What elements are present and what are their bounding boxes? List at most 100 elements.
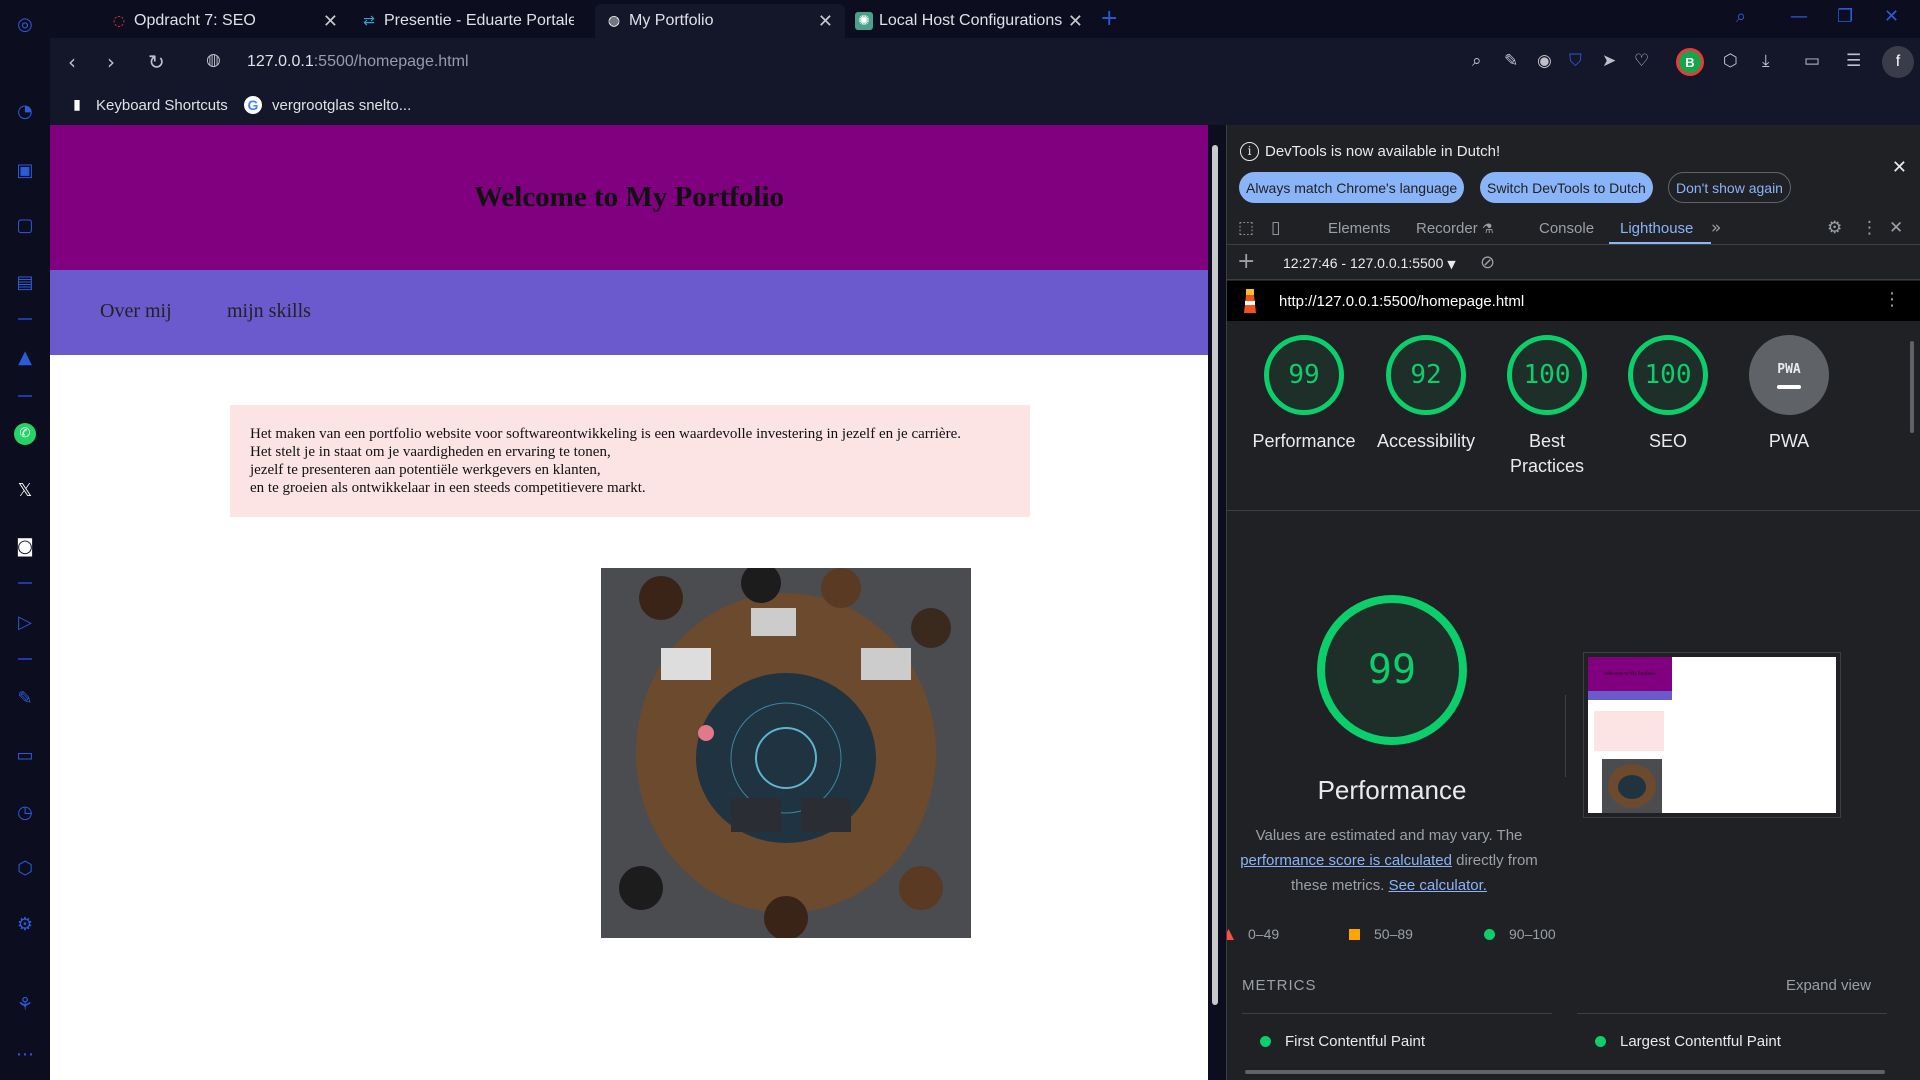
legend-poor: 0–49 — [1227, 926, 1279, 942]
tab-islands-icon[interactable]: ▭ — [13, 743, 37, 767]
tab-console[interactable]: Console — [1539, 220, 1594, 237]
search-icon[interactable]: ⌕ — [1472, 51, 1482, 71]
gauge-best-practices[interactable]: 100 Best Practices — [1487, 335, 1607, 479]
clear-reports-icon[interactable]: ⊘ — [1480, 252, 1495, 273]
heart-icon[interactable]: ♡ — [1634, 51, 1649, 71]
tab-recorder[interactable]: Recorder ⚗ — [1416, 220, 1494, 237]
audited-url-bar: http://127.0.0.1:5500/homepage.html ⋮ — [1227, 281, 1920, 321]
tab-my-portfolio[interactable]: ◍ My Portfolio ✕ — [595, 4, 845, 38]
close-tab-icon[interactable]: ✕ — [1068, 11, 1083, 32]
active-tab-indicator — [1609, 242, 1711, 244]
whatsapp-icon[interactable]: ✆ — [13, 422, 37, 446]
metric-largest-contentful-paint: Largest Contentful Paint — [1595, 1033, 1781, 1050]
tab-opdracht-seo[interactable]: ◌ Opdracht 7: SEO ✕ — [100, 4, 350, 38]
report-menu-icon[interactable]: ⋮ — [1883, 289, 1901, 310]
opera-icon: ◌ — [112, 13, 126, 29]
devtools-horizontal-scrollbar[interactable] — [1245, 1070, 1885, 1074]
devtools-panel: i DevTools is now available in Dutch! ✕ … — [1226, 125, 1920, 1080]
new-report-plus-icon[interactable]: + — [1237, 249, 1255, 274]
switch-to-dutch-button[interactable]: Switch DevTools to Dutch — [1480, 172, 1653, 203]
discord-icon[interactable]: ◙ — [13, 534, 37, 558]
device-toolbar-icon[interactable]: ▯ — [1271, 218, 1280, 238]
expand-view-toggle[interactable]: Expand view — [1786, 977, 1871, 994]
send-icon[interactable]: ➤ — [1602, 51, 1616, 71]
opera-logo-icon[interactable]: ◎ — [13, 12, 37, 36]
themes-icon[interactable]: ⚘ — [13, 992, 37, 1016]
score-label: Accessibility — [1376, 431, 1476, 451]
see-calculator-link[interactable]: See calculator. — [1389, 877, 1487, 894]
page-viewport: Welcome to My Portfolio Over mij mijn sk… — [50, 125, 1208, 1080]
tab-local-host-configurations[interactable]: ✺ Local Host Configurations ✕ — [845, 4, 1095, 38]
settings-gear-icon[interactable]: ⚙ — [13, 912, 37, 936]
forward-icon[interactable]: › — [107, 50, 115, 74]
performance-big-gauge: 99 — [1317, 595, 1467, 745]
aria-icon[interactable]: ▲ — [13, 345, 37, 369]
google-icon: G — [244, 96, 262, 114]
bookmark-keyboard-shortcuts[interactable]: ▮ Keyboard Shortcuts — [68, 96, 228, 114]
close-infobar-icon[interactable]: ✕ — [1892, 157, 1907, 178]
close-devtools-icon[interactable]: ✕ — [1889, 218, 1903, 238]
extensions-cube-icon[interactable]: ⬡ — [1723, 51, 1738, 71]
close-tab-icon[interactable]: ✕ — [818, 11, 833, 32]
camera-icon[interactable]: ◉ — [1537, 51, 1552, 71]
profile-avatar[interactable]: f — [1882, 46, 1914, 78]
score-calculated-link[interactable]: performance score is calculated — [1240, 852, 1452, 869]
bag-icon[interactable]: ▣ — [13, 158, 37, 182]
gauge-performance[interactable]: 99 Performance — [1244, 335, 1364, 454]
search-tabs-icon[interactable]: ⌕ — [1736, 6, 1746, 27]
score-label: SEO — [1648, 431, 1687, 451]
page-screenshot-thumbnail[interactable]: Welcome to My Portfolio — [1583, 652, 1841, 818]
gauge-pwa[interactable]: PWA PWA — [1729, 335, 1849, 454]
inspect-element-icon[interactable]: ⬚ — [1238, 218, 1254, 238]
close-window-icon[interactable]: ✕ — [1884, 6, 1899, 27]
kebab-menu-icon[interactable]: ⋮ — [1861, 218, 1878, 238]
page-scrollbar[interactable] — [1212, 145, 1218, 1005]
battery-saver-icon[interactable]: ▭ — [1804, 51, 1820, 71]
gauge-accessibility[interactable]: 92 Accessibility — [1366, 335, 1486, 454]
restore-icon[interactable]: ❐ — [1837, 6, 1853, 27]
lighthouse-report-bar: + 12:27:46 - 127.0.0.1:5500 ▼ ⊘ — [1227, 246, 1920, 280]
url-field[interactable]: 127.0.0.1:5500/homepage.html — [247, 53, 469, 71]
report-selector[interactable]: 12:27:46 - 127.0.0.1:5500 ▼ — [1283, 255, 1456, 271]
tab-elements[interactable]: Elements — [1328, 220, 1391, 237]
dont-show-again-button[interactable]: Don't show again — [1668, 172, 1791, 203]
download-icon[interactable]: ⤓ — [1762, 51, 1770, 71]
minimize-icon[interactable]: — — [1790, 6, 1808, 27]
average-square-icon — [1349, 928, 1360, 940]
edit-icon[interactable]: ✎ — [1504, 51, 1518, 71]
tab-presentie-eduarte[interactable]: ⇄ Presentie - Eduarte Portaler — [350, 4, 600, 38]
close-tab-icon[interactable]: ✕ — [323, 11, 338, 32]
chatgpt-icon: ✺ — [855, 12, 873, 30]
address-bar: ‹ › ↻ ◍ 127.0.0.1:5500/homepage.html ⌕ ✎… — [50, 38, 1920, 88]
more-dots-icon[interactable]: ⋯ — [13, 1042, 37, 1066]
site-info-globe-icon[interactable]: ◍ — [206, 50, 221, 70]
tab-lighthouse[interactable]: Lighthouse — [1620, 220, 1693, 237]
speed-dial-icon[interactable]: ◔ — [13, 99, 37, 123]
bookmark-vergrootglas[interactable]: G vergrootglas snelto... — [244, 96, 411, 114]
screen-icon[interactable]: ▤ — [13, 270, 37, 294]
x-twitter-icon[interactable]: 𝕏 — [13, 478, 37, 502]
page-icon: ▮ — [73, 97, 81, 113]
dropdown-caret-icon: ▼ — [1447, 258, 1456, 271]
metric-first-contentful-paint: First Contentful Paint — [1260, 1033, 1425, 1050]
nav-link-over-mij[interactable]: Over mij — [100, 300, 172, 323]
gauge-seo[interactable]: 100 SEO — [1608, 335, 1728, 454]
extension-b-avatar[interactable]: B — [1676, 48, 1704, 76]
chat-icon[interactable]: ▢ — [13, 213, 37, 237]
settings-gear-icon[interactable]: ⚙ — [1827, 218, 1842, 238]
match-chrome-language-button[interactable]: Always match Chrome's language — [1239, 172, 1465, 203]
player-icon[interactable]: ▷ — [13, 610, 37, 634]
reload-icon[interactable]: ↻ — [148, 50, 165, 74]
pinboard-icon[interactable]: ✎ — [13, 686, 37, 710]
vpn-shield-icon[interactable]: ⛉ — [1569, 51, 1582, 71]
back-icon[interactable]: ‹ — [68, 50, 76, 74]
easy-setup-icon[interactable]: ☰ — [1846, 51, 1861, 71]
history-icon[interactable]: ◷ — [13, 800, 37, 824]
new-tab-plus-icon[interactable]: + — [1100, 6, 1118, 31]
devtools-vertical-scrollbar[interactable] — [1910, 341, 1914, 433]
intro-box: Het maken van een portfolio website voor… — [230, 405, 1030, 517]
more-tabs-chevron-icon[interactable]: » — [1711, 218, 1721, 238]
extensions-cube-icon[interactable]: ⬡ — [13, 856, 37, 880]
nav-link-mijn-skills[interactable]: mijn skills — [227, 300, 311, 323]
lighthouse-logo-icon — [1244, 289, 1256, 313]
